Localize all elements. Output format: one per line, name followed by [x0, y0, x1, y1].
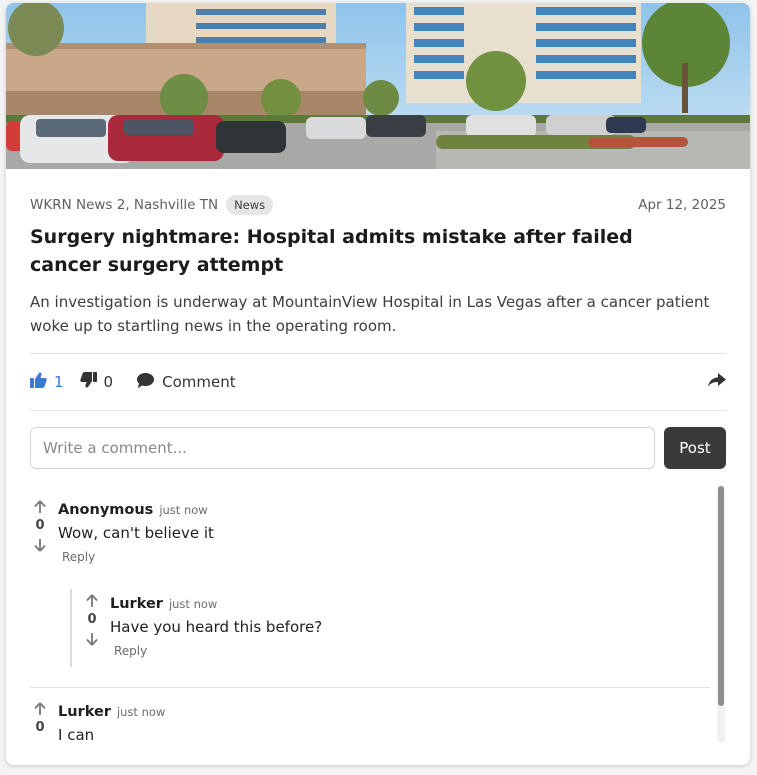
category-badge[interactable]: News — [226, 195, 274, 215]
comment-label: Comment — [162, 373, 236, 391]
comment-body: Lurker just now I can — [58, 701, 658, 743]
comment-body: Lurker just now Have you heard this befor… — [110, 593, 710, 659]
thumbs-up-icon — [30, 372, 47, 392]
article-source[interactable]: WKRN News 2, Nashville TN — [30, 197, 218, 213]
comment-author: Lurker — [110, 596, 163, 612]
speech-bubble-icon — [137, 372, 155, 392]
like-button[interactable]: 1 — [30, 372, 64, 392]
reply-link[interactable]: Reply — [62, 550, 95, 564]
article-actions: 1 0 Comment — [30, 369, 726, 395]
article-date: Apr 12, 2025 — [638, 197, 726, 213]
comment-time: just now — [159, 503, 208, 517]
arrow-up-icon[interactable] — [30, 499, 50, 515]
vote-score: 0 — [35, 518, 45, 533]
comment-time: just now — [168, 597, 218, 611]
article-image — [6, 3, 750, 169]
article-meta: WKRN News 2, Nashville TN News Apr 12, 2… — [30, 193, 726, 217]
scrollbar-thumb[interactable] — [718, 486, 724, 706]
comment-list: 0 Anonymous just now Wow, can't believe i… — [30, 485, 722, 743]
divider — [30, 353, 726, 354]
news-card: WKRN News 2, Nashville TN News Apr 12, 2… — [6, 3, 750, 765]
comment-text: Have you heard this before? — [110, 618, 323, 636]
share-button[interactable] — [708, 372, 726, 392]
vote-control: 0 — [30, 499, 50, 553]
like-count: 1 — [54, 373, 64, 391]
comment-text: I can — [58, 726, 95, 743]
comment-button[interactable]: Comment — [137, 372, 236, 392]
vote-control: 0 — [30, 701, 50, 739]
arrow-down-icon[interactable] — [82, 631, 102, 647]
post-button[interactable]: Post — [664, 427, 726, 469]
comment-text: Wow, can't believe it — [58, 524, 214, 542]
vote-score: 0 — [87, 612, 97, 627]
comment-input[interactable] — [30, 427, 655, 469]
vote-control: 0 — [82, 593, 102, 647]
arrow-up-icon[interactable] — [30, 701, 50, 717]
divider — [30, 410, 726, 411]
dislike-button[interactable]: 0 — [79, 372, 114, 392]
comment-author: Lurker — [58, 704, 111, 720]
vote-score: 0 — [35, 720, 45, 735]
article-summary: An investigation is underway at Mountain… — [30, 293, 710, 335]
article-title[interactable]: Surgery nightmare: Hospital admits mista… — [30, 223, 710, 279]
reply-thread-line — [70, 589, 72, 667]
share-arrow-icon — [708, 372, 726, 392]
comment-author: Anonymous — [58, 502, 154, 518]
thumbs-down-icon — [79, 372, 97, 392]
reply-link[interactable]: Reply — [114, 644, 147, 658]
arrow-down-icon[interactable] — [30, 537, 50, 553]
divider — [30, 687, 710, 688]
dislike-count: 0 — [103, 373, 114, 391]
comment-time: just now — [116, 705, 166, 719]
arrow-up-icon[interactable] — [82, 593, 102, 609]
comment-body: Anonymous just now Wow, can't believe it … — [58, 499, 658, 565]
